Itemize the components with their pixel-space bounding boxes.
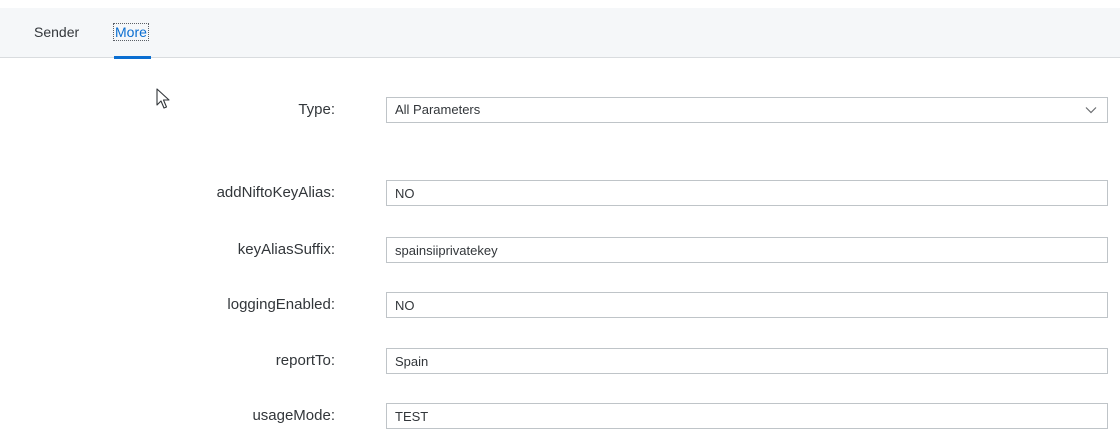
tab-sender[interactable]: Sender: [34, 8, 79, 58]
type-select[interactable]: All Parameters: [386, 97, 1108, 123]
tab-more-label: More: [113, 23, 149, 41]
report-to-input[interactable]: [386, 348, 1108, 374]
form-row-param: addNiftoKeyAlias:: [0, 178, 1120, 208]
type-label: Type:: [298, 101, 335, 118]
param-label: keyAliasSuffix:: [237, 241, 335, 258]
add-nif-to-key-alias-input[interactable]: [386, 180, 1108, 206]
form-row-type: Type: All Parameters: [0, 95, 1120, 125]
form-row-param: loggingEnabled:: [0, 290, 1120, 320]
param-label: reportTo:: [275, 352, 335, 369]
param-label: addNiftoKeyAlias:: [216, 184, 335, 201]
tab-sender-label: Sender: [34, 24, 80, 40]
tab-bar: Sender More: [0, 8, 1120, 59]
logging-enabled-input[interactable]: [386, 292, 1108, 318]
active-tab-indicator: [114, 56, 151, 59]
form-row-param: keyAliasSuffix:: [0, 235, 1120, 265]
chevron-down-icon[interactable]: [1085, 106, 1097, 114]
form-row-param: usageMode:: [0, 401, 1120, 431]
type-select-value: All Parameters: [395, 102, 481, 117]
param-label: usageMode:: [252, 407, 335, 424]
form-row-param: reportTo:: [0, 346, 1120, 376]
tab-more[interactable]: More: [113, 8, 151, 59]
usage-mode-input[interactable]: [386, 403, 1108, 429]
param-label: loggingEnabled:: [227, 296, 335, 313]
key-alias-suffix-input[interactable]: [386, 237, 1108, 263]
